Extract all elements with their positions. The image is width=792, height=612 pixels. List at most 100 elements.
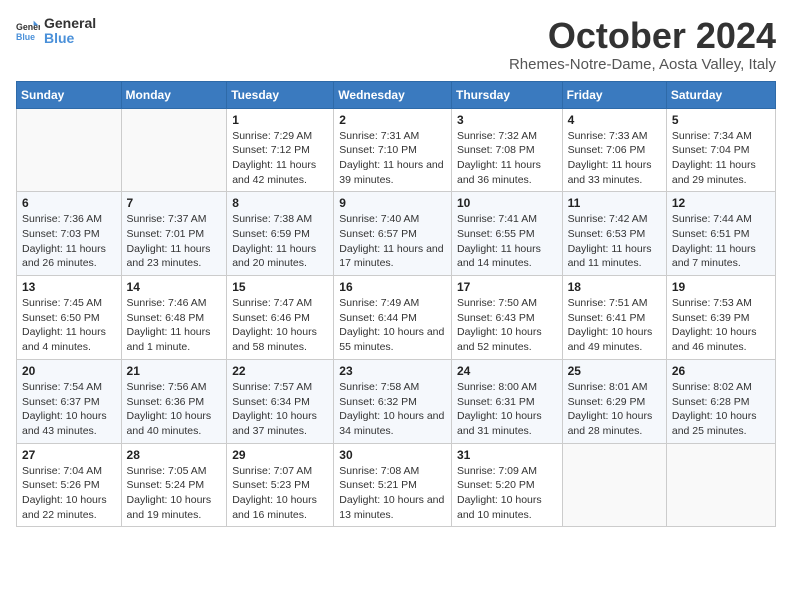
day-number: 26 bbox=[672, 364, 770, 378]
logo-blue: Blue bbox=[44, 31, 96, 46]
day-info: Sunrise: 7:09 AMSunset: 5:20 PMDaylight:… bbox=[457, 464, 557, 523]
weekday-tuesday: Tuesday bbox=[227, 81, 334, 108]
calendar-cell: 14Sunrise: 7:46 AMSunset: 6:48 PMDayligh… bbox=[121, 276, 227, 360]
day-info: Sunrise: 7:08 AMSunset: 5:21 PMDaylight:… bbox=[339, 464, 446, 523]
day-info: Sunrise: 7:33 AMSunset: 7:06 PMDaylight:… bbox=[568, 129, 661, 188]
day-info: Sunrise: 7:56 AMSunset: 6:36 PMDaylight:… bbox=[127, 380, 222, 439]
calendar-week-1: 1 Sunrise: 7:29 AMSunset: 7:12 PMDaylight… bbox=[17, 108, 776, 192]
calendar-cell: 5Sunrise: 7:34 AMSunset: 7:04 PMDaylight… bbox=[666, 108, 775, 192]
day-number: 31 bbox=[457, 448, 557, 462]
day-info: Sunrise: 7:36 AMSunset: 7:03 PMDaylight:… bbox=[22, 212, 116, 271]
day-number: 17 bbox=[457, 280, 557, 294]
day-info: Sunrise: 7:49 AMSunset: 6:44 PMDaylight:… bbox=[339, 296, 446, 355]
day-info: Sunrise: 7:41 AMSunset: 6:55 PMDaylight:… bbox=[457, 212, 557, 271]
calendar-cell: 12Sunrise: 7:44 AMSunset: 6:51 PMDayligh… bbox=[666, 192, 775, 276]
calendar-table: SundayMondayTuesdayWednesdayThursdayFrid… bbox=[16, 81, 776, 528]
calendar-cell bbox=[666, 443, 775, 527]
day-info: Sunrise: 7:53 AMSunset: 6:39 PMDaylight:… bbox=[672, 296, 770, 355]
day-number: 20 bbox=[22, 364, 116, 378]
calendar-week-2: 6Sunrise: 7:36 AMSunset: 7:03 PMDaylight… bbox=[17, 192, 776, 276]
day-number: 29 bbox=[232, 448, 328, 462]
day-number: 18 bbox=[568, 280, 661, 294]
day-info: Sunrise: 7:57 AMSunset: 6:34 PMDaylight:… bbox=[232, 380, 328, 439]
day-number: 8 bbox=[232, 196, 328, 210]
calendar-cell: 11 Sunrise: 7:42 AMSunset: 6:53 PMDayligh… bbox=[562, 192, 666, 276]
svg-text:Blue: Blue bbox=[16, 32, 35, 42]
day-number: 28 bbox=[127, 448, 222, 462]
calendar-cell: 23Sunrise: 7:58 AMSunset: 6:32 PMDayligh… bbox=[334, 359, 452, 443]
day-info: Sunrise: 7:42 AMSunset: 6:53 PMDaylight:… bbox=[568, 212, 661, 271]
day-number: 7 bbox=[127, 196, 222, 210]
calendar-cell: 22 Sunrise: 7:57 AMSunset: 6:34 PMDayligh… bbox=[227, 359, 334, 443]
calendar-cell: 9Sunrise: 7:40 AMSunset: 6:57 PMDaylight… bbox=[334, 192, 452, 276]
day-info: Sunrise: 7:47 AMSunset: 6:46 PMDaylight:… bbox=[232, 296, 328, 355]
day-number: 30 bbox=[339, 448, 446, 462]
calendar-cell: 19 Sunrise: 7:53 AMSunset: 6:39 PMDayligh… bbox=[666, 276, 775, 360]
day-info: Sunrise: 7:38 AMSunset: 6:59 PMDaylight:… bbox=[232, 212, 328, 271]
month-title: October 2024 bbox=[509, 16, 776, 56]
day-info: Sunrise: 7:37 AMSunset: 7:01 PMDaylight:… bbox=[127, 212, 222, 271]
day-number: 10 bbox=[457, 196, 557, 210]
day-number: 27 bbox=[22, 448, 116, 462]
calendar-cell: 15 Sunrise: 7:47 AMSunset: 6:46 PMDayligh… bbox=[227, 276, 334, 360]
calendar-week-4: 20 Sunrise: 7:54 AMSunset: 6:37 PMDayligh… bbox=[17, 359, 776, 443]
day-number: 24 bbox=[457, 364, 557, 378]
day-info: Sunrise: 7:54 AMSunset: 6:37 PMDaylight:… bbox=[22, 380, 116, 439]
day-number: 22 bbox=[232, 364, 328, 378]
weekday-wednesday: Wednesday bbox=[334, 81, 452, 108]
weekday-thursday: Thursday bbox=[451, 81, 562, 108]
logo: General Blue General Blue bbox=[16, 16, 96, 47]
day-info: Sunrise: 7:50 AMSunset: 6:43 PMDaylight:… bbox=[457, 296, 557, 355]
calendar-cell: 27Sunrise: 7:04 AMSunset: 5:26 PMDayligh… bbox=[17, 443, 122, 527]
location: Rhemes-Notre-Dame, Aosta Valley, Italy bbox=[509, 56, 776, 73]
day-info: Sunrise: 7:31 AMSunset: 7:10 PMDaylight:… bbox=[339, 129, 446, 188]
calendar-cell: 24Sunrise: 8:00 AMSunset: 6:31 PMDayligh… bbox=[451, 359, 562, 443]
calendar-cell: 13Sunrise: 7:45 AMSunset: 6:50 PMDayligh… bbox=[17, 276, 122, 360]
day-number: 9 bbox=[339, 196, 446, 210]
day-number: 15 bbox=[232, 280, 328, 294]
calendar-cell: 28 Sunrise: 7:05 AMSunset: 5:24 PMDayligh… bbox=[121, 443, 227, 527]
calendar-cell bbox=[562, 443, 666, 527]
weekday-header: SundayMondayTuesdayWednesdayThursdayFrid… bbox=[17, 81, 776, 108]
logo-general: General bbox=[44, 16, 96, 31]
weekday-monday: Monday bbox=[121, 81, 227, 108]
day-number: 25 bbox=[568, 364, 661, 378]
day-info: Sunrise: 7:29 AMSunset: 7:12 PMDaylight:… bbox=[232, 129, 328, 188]
day-number: 19 bbox=[672, 280, 770, 294]
day-number: 12 bbox=[672, 196, 770, 210]
day-number: 16 bbox=[339, 280, 446, 294]
calendar-cell: 25 Sunrise: 8:01 AMSunset: 6:29 PMDayligh… bbox=[562, 359, 666, 443]
calendar-cell: 2 Sunrise: 7:31 AMSunset: 7:10 PMDaylight… bbox=[334, 108, 452, 192]
calendar-cell: 16 Sunrise: 7:49 AMSunset: 6:44 PMDayligh… bbox=[334, 276, 452, 360]
day-info: Sunrise: 7:05 AMSunset: 5:24 PMDaylight:… bbox=[127, 464, 222, 523]
weekday-sunday: Sunday bbox=[17, 81, 122, 108]
day-info: Sunrise: 8:01 AMSunset: 6:29 PMDaylight:… bbox=[568, 380, 661, 439]
calendar-cell: 8 Sunrise: 7:38 AMSunset: 6:59 PMDaylight… bbox=[227, 192, 334, 276]
day-info: Sunrise: 7:45 AMSunset: 6:50 PMDaylight:… bbox=[22, 296, 116, 355]
calendar-cell: 20 Sunrise: 7:54 AMSunset: 6:37 PMDayligh… bbox=[17, 359, 122, 443]
calendar-cell: 26 Sunrise: 8:02 AMSunset: 6:28 PMDayligh… bbox=[666, 359, 775, 443]
calendar-cell: 17 Sunrise: 7:50 AMSunset: 6:43 PMDayligh… bbox=[451, 276, 562, 360]
calendar-cell bbox=[17, 108, 122, 192]
day-info: Sunrise: 7:32 AMSunset: 7:08 PMDaylight:… bbox=[457, 129, 557, 188]
calendar-cell: 29 Sunrise: 7:07 AMSunset: 5:23 PMDayligh… bbox=[227, 443, 334, 527]
day-info: Sunrise: 8:02 AMSunset: 6:28 PMDaylight:… bbox=[672, 380, 770, 439]
day-number: 23 bbox=[339, 364, 446, 378]
day-info: Sunrise: 7:46 AMSunset: 6:48 PMDaylight:… bbox=[127, 296, 222, 355]
calendar-cell: 3 Sunrise: 7:32 AMSunset: 7:08 PMDaylight… bbox=[451, 108, 562, 192]
day-number: 3 bbox=[457, 113, 557, 127]
title-block: October 2024 Rhemes-Notre-Dame, Aosta Va… bbox=[509, 16, 776, 73]
day-number: 4 bbox=[568, 113, 661, 127]
day-number: 1 bbox=[232, 113, 328, 127]
day-number: 2 bbox=[339, 113, 446, 127]
day-number: 11 bbox=[568, 196, 661, 210]
page-header: General Blue General Blue October 2024 R… bbox=[16, 16, 776, 73]
calendar-cell: 1 Sunrise: 7:29 AMSunset: 7:12 PMDaylight… bbox=[227, 108, 334, 192]
day-info: Sunrise: 7:07 AMSunset: 5:23 PMDaylight:… bbox=[232, 464, 328, 523]
calendar-cell: 18Sunrise: 7:51 AMSunset: 6:41 PMDayligh… bbox=[562, 276, 666, 360]
day-number: 5 bbox=[672, 113, 770, 127]
calendar-cell: 6Sunrise: 7:36 AMSunset: 7:03 PMDaylight… bbox=[17, 192, 122, 276]
calendar-cell: 10 Sunrise: 7:41 AMSunset: 6:55 PMDayligh… bbox=[451, 192, 562, 276]
calendar-cell: 7 Sunrise: 7:37 AMSunset: 7:01 PMDaylight… bbox=[121, 192, 227, 276]
day-number: 21 bbox=[127, 364, 222, 378]
